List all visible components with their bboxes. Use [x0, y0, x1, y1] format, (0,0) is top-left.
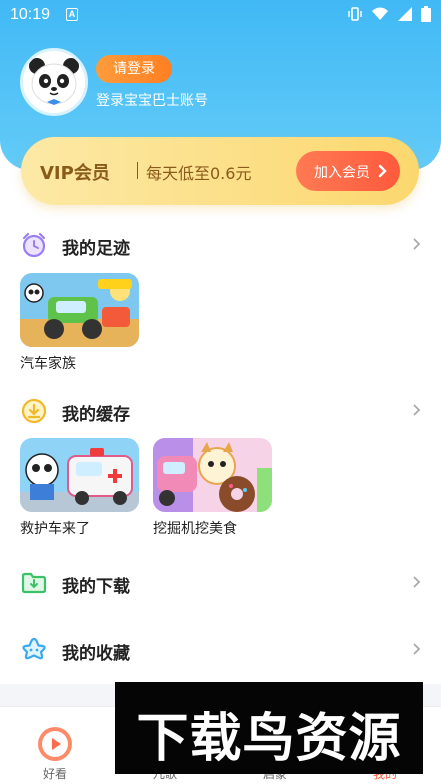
excavator-food-thumbnail: [153, 438, 272, 512]
vip-description: 每天低至0.6元: [146, 164, 252, 183]
section-favorites[interactable]: 我的收藏: [0, 630, 441, 670]
wifi-icon: [372, 7, 388, 20]
cache-item-label: 挖掘机挖美食: [153, 521, 237, 537]
section-history-title: 我的足迹: [62, 239, 130, 259]
ambulance-thumbnail: [20, 438, 139, 512]
watermark-text: 下载鸟资源: [136, 709, 402, 769]
section-downloads[interactable]: 我的下载: [0, 563, 441, 603]
signal-icon: [398, 7, 412, 21]
cache-item-label: 救护车来了: [20, 521, 90, 537]
notification-icon: A: [66, 8, 78, 21]
section-cache-title: 我的缓存: [62, 405, 130, 425]
status-bar: 10:19 A: [0, 0, 441, 32]
chevron-right-icon: [413, 404, 421, 416]
chevron-right-icon: [413, 238, 421, 250]
history-item-label: 汽车家族: [20, 356, 76, 372]
section-history[interactable]: 我的足迹: [0, 225, 441, 265]
alarm-clock-icon: [22, 232, 46, 258]
cache-item-excavator-food[interactable]: 挖掘机挖美食: [153, 438, 272, 538]
login-subtitle[interactable]: 登录宝宝巴士账号: [96, 90, 208, 110]
tab-label: 好看: [42, 767, 67, 781]
folder-download-icon: [21, 572, 47, 594]
vibrate-icon: [348, 7, 362, 21]
watermark-overlay: 下载鸟资源: [115, 682, 423, 774]
vip-title: VIP会员: [40, 163, 110, 184]
history-item-car-family[interactable]: 汽车家族: [20, 273, 139, 373]
tab-haokan[interactable]: 好看: [0, 707, 110, 784]
chevron-right-icon: [378, 164, 387, 178]
chevron-right-icon: [413, 576, 421, 588]
vip-banner[interactable]: VIP会员 每天低至0.6元 加入会员: [21, 137, 419, 205]
section-cache[interactable]: 我的缓存: [0, 391, 441, 431]
avatar[interactable]: [20, 48, 88, 116]
car-family-thumbnail: [20, 273, 139, 347]
section-favorites-title: 我的收藏: [62, 644, 130, 664]
battery-icon: [421, 6, 431, 22]
join-vip-button[interactable]: 加入会员: [296, 151, 400, 191]
play-icon: [38, 727, 72, 761]
cache-download-icon: [21, 398, 47, 424]
star-favorite-icon: [22, 637, 46, 660]
section-downloads-title: 我的下载: [62, 577, 130, 597]
chevron-right-icon: [413, 643, 421, 655]
login-button[interactable]: 请登录: [96, 55, 172, 83]
vip-divider: [137, 162, 138, 179]
join-vip-label: 加入会员: [314, 165, 370, 181]
status-time: 10:19: [10, 6, 51, 23]
cache-item-ambulance[interactable]: 救护车来了: [20, 438, 139, 538]
panda-avatar-icon: [29, 58, 79, 105]
